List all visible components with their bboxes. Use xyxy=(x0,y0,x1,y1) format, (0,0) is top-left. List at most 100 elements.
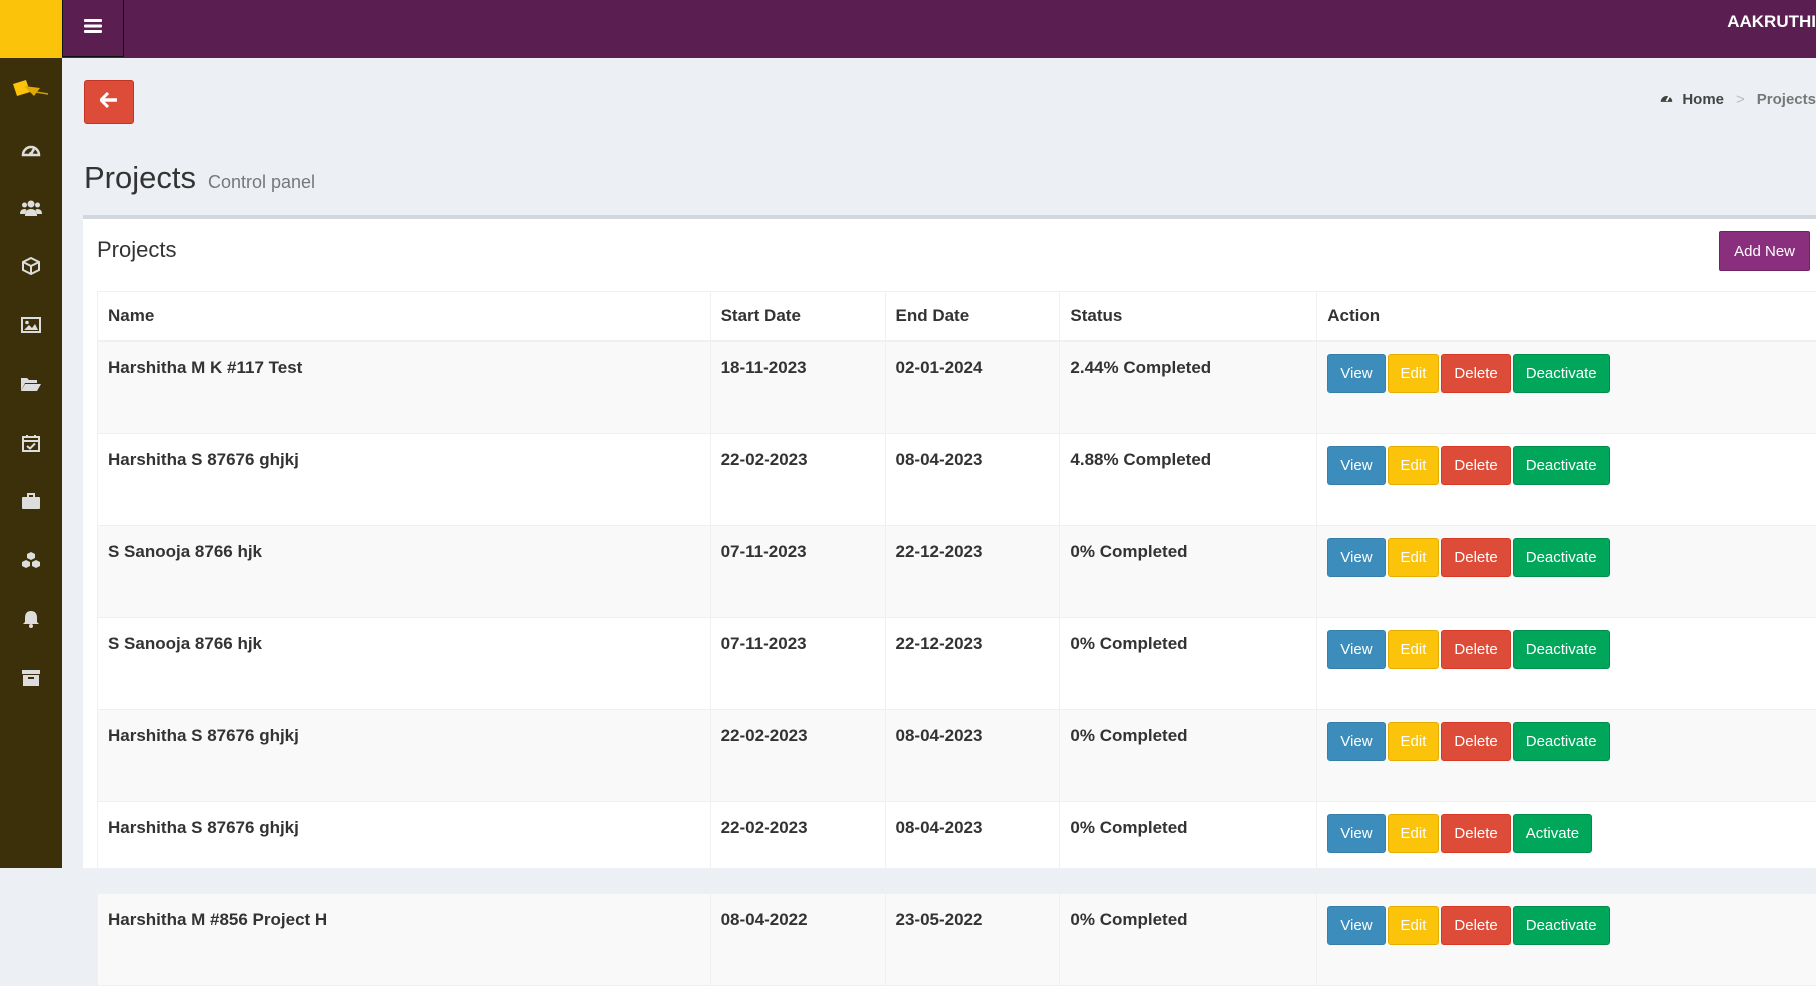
view-button[interactable]: View xyxy=(1327,446,1385,485)
cube-icon xyxy=(22,257,40,280)
cell-end-date: 08-04-2023 xyxy=(885,802,1060,894)
logo-block xyxy=(0,0,62,58)
bell-icon xyxy=(22,610,40,633)
deactivate-button[interactable]: Deactivate xyxy=(1513,722,1610,761)
delete-button[interactable]: Delete xyxy=(1441,538,1510,577)
page-subtitle: Control panel xyxy=(208,172,315,193)
projects-box: Projects Add New Name Start Date End Dat… xyxy=(83,215,1816,868)
cell-status: 0% Completed xyxy=(1060,894,1317,986)
column-header-action: Action xyxy=(1317,292,1816,342)
breadcrumb-current: Projects xyxy=(1757,91,1816,108)
edit-button[interactable]: Edit xyxy=(1388,538,1440,577)
edit-button[interactable]: Edit xyxy=(1388,446,1440,485)
add-new-button[interactable]: Add New xyxy=(1719,231,1810,271)
folder-open-icon xyxy=(20,376,42,397)
sidebar-item-users[interactable] xyxy=(0,190,62,230)
cell-actions: ViewEditDeleteActivate xyxy=(1317,802,1816,894)
cell-start-date: 07-11-2023 xyxy=(710,526,885,618)
cell-status: 0% Completed xyxy=(1060,618,1317,710)
briefcase-icon xyxy=(21,492,41,515)
cell-actions: ViewEditDeleteDeactivate xyxy=(1317,710,1816,802)
view-button[interactable]: View xyxy=(1327,630,1385,669)
breadcrumb: Home > Projects xyxy=(1659,91,1816,108)
deactivate-button[interactable]: Deactivate xyxy=(1513,354,1610,393)
sidebar-toggle-button[interactable] xyxy=(62,0,124,57)
cell-status: 4.88% Completed xyxy=(1060,434,1317,526)
delete-button[interactable]: Delete xyxy=(1441,722,1510,761)
deactivate-button[interactable]: Deactivate xyxy=(1513,538,1610,577)
brand-logo-icon xyxy=(10,76,50,102)
delete-button[interactable]: Delete xyxy=(1441,814,1510,853)
delete-button[interactable]: Delete xyxy=(1441,446,1510,485)
edit-button[interactable]: Edit xyxy=(1388,814,1440,853)
dashboard-icon xyxy=(21,140,41,163)
cell-start-date: 22-02-2023 xyxy=(710,434,885,526)
users-icon xyxy=(20,199,42,222)
view-button[interactable]: View xyxy=(1327,354,1385,393)
cell-start-date: 07-11-2023 xyxy=(710,618,885,710)
cell-end-date: 02-01-2024 xyxy=(885,341,1060,434)
table-body: Harshitha M K #117 Test18-11-202302-01-2… xyxy=(98,341,1816,986)
edit-button[interactable]: Edit xyxy=(1388,722,1440,761)
sidebar-item-dashboard[interactable] xyxy=(0,131,62,171)
projects-table: Name Start Date End Date Status Action H… xyxy=(97,291,1816,986)
top-navbar: AAKRUTHI xyxy=(62,0,1816,58)
sidebar-item-inventory[interactable] xyxy=(0,542,62,582)
cell-end-date: 08-04-2023 xyxy=(885,710,1060,802)
cell-actions: ViewEditDeleteDeactivate xyxy=(1317,894,1816,986)
column-header-end-date: End Date xyxy=(885,292,1060,342)
edit-button[interactable]: Edit xyxy=(1388,630,1440,669)
cell-name: Harshitha M #856 Project H xyxy=(98,894,711,986)
delete-button[interactable]: Delete xyxy=(1441,354,1510,393)
cell-name: Harshitha S 87676 ghjkj xyxy=(98,802,711,894)
cell-start-date: 18-11-2023 xyxy=(710,341,885,434)
table-header-row: Name Start Date End Date Status Action xyxy=(98,292,1816,342)
view-button[interactable]: View xyxy=(1327,722,1385,761)
cell-status: 2.44% Completed xyxy=(1060,341,1317,434)
table-row: S Sanooja 8766 hjk07-11-202322-12-20230%… xyxy=(98,618,1816,710)
breadcrumb-home-link[interactable]: Home xyxy=(1682,91,1724,108)
column-header-name: Name xyxy=(98,292,711,342)
cell-end-date: 22-12-2023 xyxy=(885,618,1060,710)
sidebar-item-tasks[interactable] xyxy=(0,425,62,465)
sidebar-item-notifications[interactable] xyxy=(0,601,62,641)
sidebar-item-products[interactable] xyxy=(0,248,62,288)
breadcrumb-separator: > xyxy=(1736,91,1745,108)
delete-button[interactable]: Delete xyxy=(1441,906,1510,945)
cell-start-date: 22-02-2023 xyxy=(710,802,885,894)
cell-actions: ViewEditDeleteDeactivate xyxy=(1317,618,1816,710)
user-name[interactable]: AAKRUTHI xyxy=(1727,12,1816,32)
sidebar-item-jobs[interactable] xyxy=(0,483,62,523)
cell-actions: ViewEditDeleteDeactivate xyxy=(1317,526,1816,618)
cell-end-date: 23-05-2022 xyxy=(885,894,1060,986)
deactivate-button[interactable]: Deactivate xyxy=(1513,446,1610,485)
view-button[interactable]: View xyxy=(1327,814,1385,853)
sidebar-item-archive[interactable] xyxy=(0,660,62,700)
activate-button[interactable]: Activate xyxy=(1513,814,1592,853)
cell-name: Harshitha S 87676 ghjkj xyxy=(98,434,711,526)
view-button[interactable]: View xyxy=(1327,538,1385,577)
cell-end-date: 22-12-2023 xyxy=(885,526,1060,618)
cell-actions: ViewEditDeleteDeactivate xyxy=(1317,434,1816,526)
deactivate-button[interactable]: Deactivate xyxy=(1513,906,1610,945)
cell-name: Harshitha M K #117 Test xyxy=(98,341,711,434)
column-header-status: Status xyxy=(1060,292,1317,342)
view-button[interactable]: View xyxy=(1327,906,1385,945)
back-button[interactable] xyxy=(84,80,134,124)
image-icon xyxy=(21,317,41,338)
table-row: Harshitha S 87676 ghjkj22-02-202308-04-2… xyxy=(98,434,1816,526)
table-row: Harshitha S 87676 ghjkj22-02-202308-04-2… xyxy=(98,802,1816,894)
edit-button[interactable]: Edit xyxy=(1388,354,1440,393)
delete-button[interactable]: Delete xyxy=(1441,630,1510,669)
calendar-check-icon xyxy=(22,434,40,457)
sidebar-item-gallery[interactable] xyxy=(0,307,62,347)
cell-actions: ViewEditDeleteDeactivate xyxy=(1317,341,1816,434)
deactivate-button[interactable]: Deactivate xyxy=(1513,630,1610,669)
page-header: Projects Control panel xyxy=(84,160,315,196)
edit-button[interactable]: Edit xyxy=(1388,906,1440,945)
table-row: Harshitha S 87676 ghjkj22-02-202308-04-2… xyxy=(98,710,1816,802)
cell-name: S Sanooja 8766 hjk xyxy=(98,526,711,618)
cubes-icon xyxy=(20,551,42,574)
sidebar-item-projects[interactable] xyxy=(0,366,62,406)
table-row: Harshitha M #856 Project H08-04-202223-0… xyxy=(98,894,1816,986)
